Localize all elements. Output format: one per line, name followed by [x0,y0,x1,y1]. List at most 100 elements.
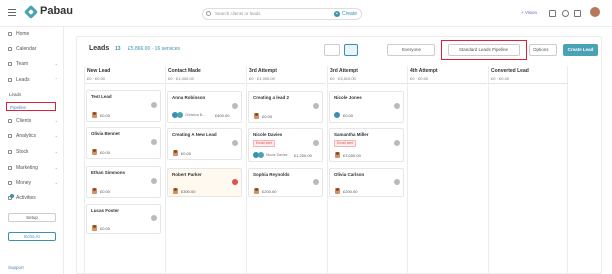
lead-amount: £0.00 [343,113,354,118]
support-link[interactable]: Support [8,265,24,270]
sidebar-item-leads[interactable]: Leads ⌃ [0,75,64,85]
person-icon [335,188,340,194]
list-view-button[interactable] [362,44,376,56]
sidebar-subitem-leads[interactable]: Leads [6,90,56,99]
chevron-down-icon: ⌄ [54,180,58,185]
lead-amount: £0.00 [262,114,273,119]
sidebar-item-label: Money [16,180,32,186]
column-divider [85,83,164,84]
chevron-down-icon: ⌄ [54,165,58,170]
lead-card[interactable]: Samantha Miller Email sent £3,000.00 [329,128,404,162]
column-summary: £0 · £0.00 [87,76,106,81]
column-divider [489,83,568,84]
lead-name: Robert Parker [172,172,202,177]
sidebar-subitem-pipeline[interactable]: Pipeline [6,102,56,111]
lead-card[interactable]: Anna Robinson Christina B... £400.00 [167,91,242,123]
sort-button[interactable] [324,44,340,56]
chevron-down-icon: ⌄ [54,133,58,138]
sidebar-item-label: Leads [16,77,30,83]
sidebar-item-label: Clients [16,118,32,124]
notification-badge [10,194,14,198]
sidebar-item-calendar[interactable]: Calendar [0,44,64,54]
calendar-icon [8,47,12,51]
lead-card[interactable]: Robert Parker £300.00 [167,168,242,197]
lead-amount: £3,000.00 [343,153,361,158]
status-dot-icon [394,179,400,185]
status-dot-icon [313,103,319,109]
lead-card[interactable]: Creating a lead 2 £0.00 [248,91,323,123]
lead-name: Anna Robinson [172,95,206,100]
lead-card[interactable]: Olivia Carlson £200.00 [329,168,404,197]
lead-card[interactable]: Test Lead £0.00 [86,90,161,122]
vision-button[interactable]: + Vision [521,10,537,15]
lead-card[interactable]: Nicole Jones £0.00 [329,91,404,123]
avatar [177,112,183,118]
lead-name: Test Lead [91,94,112,99]
status-dot-icon [394,103,400,109]
lead-card[interactable]: Ethan Simmons £0.00 [86,166,161,198]
options-dropdown[interactable]: Options [529,44,557,56]
sidebar-item-money[interactable]: Money ⌄ [0,178,64,188]
sidebar-item-analytics[interactable]: Analytics ⌄ [0,131,64,141]
sidebar-item-activities[interactable]: Activities [0,193,64,203]
sidebar-item-stock[interactable]: Stock ⌄ [0,147,64,157]
status-dot-icon [151,178,157,184]
create-button[interactable]: + Create [334,9,357,19]
sidebar-item-marketing[interactable]: Marketing ⌄ [0,163,64,173]
analytics-icon [8,134,12,138]
lead-card[interactable]: Nicole Davies Email sent Nicole Davies £1,2… [248,128,323,162]
lead-card[interactable]: Creating A New Lead £0.00 [167,128,242,160]
column-summary: £0 · £0.00 [410,76,429,81]
owner-filter[interactable]: Everyone [387,44,435,56]
status-dot-icon [232,103,238,109]
lead-name: Olivia Bennet [91,131,120,136]
marketing-icon [8,166,12,170]
column-title: 3rd Attempt [249,68,277,74]
person-icon [254,188,259,194]
sidebar-item-team[interactable]: Team ⌄ [0,59,64,69]
pabau-logo-icon [23,4,39,20]
bell-icon[interactable] [562,10,569,17]
lead-amount: £300.00 [181,189,196,194]
status-dot-icon [313,179,319,185]
column-divider [408,83,487,84]
column-divider [166,83,245,84]
sidebar-item-home[interactable]: Home [0,29,64,39]
lead-amount: £0.00 [181,151,192,156]
plus-icon: + [334,11,340,17]
lead-amount: £200.00 [262,189,277,194]
kanban-view-button[interactable] [344,44,358,56]
status-dot-icon [151,139,157,145]
brand-name: Pabau [40,5,74,17]
calendar-icon[interactable] [549,10,556,17]
person-icon [335,152,340,158]
column-summary: £0 · £0.00 [491,76,510,81]
person-icon [92,188,97,194]
sidebar-item-label: Home [16,31,30,37]
create-lead-button[interactable]: Create Lead [563,44,598,56]
lead-card[interactable]: Olivia Bennet £0.00 [86,127,161,159]
pipeline-column: 4th Attempt £0 · £0.00 [407,66,487,274]
owner-filter-label: Everyone [402,47,422,52]
chevron-down-icon: ⌄ [54,118,58,123]
user-avatar[interactable] [590,7,600,17]
lead-card[interactable]: Sophia Reynolds £200.00 [248,168,323,197]
sidebar-item-clients[interactable]: Clients ⌄ [0,116,64,126]
status-dot-icon [313,140,319,146]
lead-amount: £0.00 [100,150,111,155]
pipeline-column: Converted Lead £0 · £0.00 [488,66,568,274]
lead-card[interactable]: Lucas Foster £0.00 [86,204,161,234]
column-title: 3rd Attempt [330,68,358,74]
echo-ai-button[interactable]: Echo AI [8,232,56,241]
person-icon [173,188,178,194]
lead-name: Olivia Carlson [334,172,365,177]
column-title: New Lead [87,68,111,74]
clipboard-icon[interactable] [574,10,581,17]
pipeline-select[interactable]: Standard Leads Pipeline [448,44,520,56]
stock-icon [8,150,12,154]
menu-icon[interactable] [8,9,16,16]
lead-amount: £200.00 [343,189,358,194]
setup-button[interactable]: Setup [8,213,56,222]
options-label: Options [533,47,549,52]
assigned-people: Christina B... [185,113,206,117]
